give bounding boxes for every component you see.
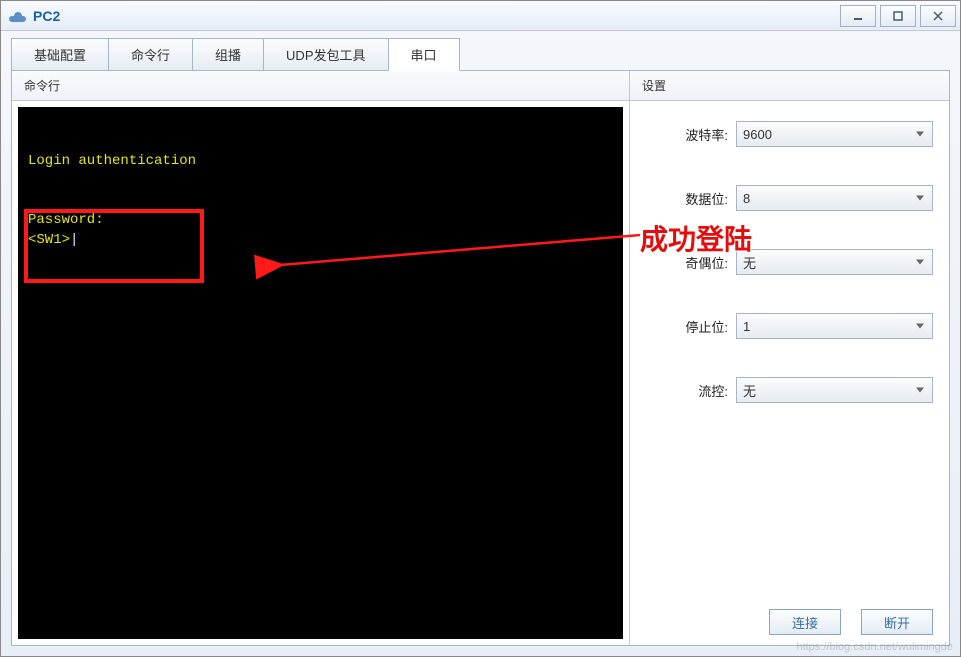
terminal-line-prompt: <SW1>| xyxy=(18,231,623,251)
tab-command-line[interactable]: 命令行 xyxy=(108,38,193,71)
terminal-line-auth: Login authentication xyxy=(18,152,623,172)
field-data-bits: 数据位: 8 xyxy=(646,185,933,211)
field-stop-bits: 停止位: 1 xyxy=(646,313,933,339)
field-baud: 波特率: 9600 xyxy=(646,121,933,147)
titlebar: PC2 xyxy=(1,1,960,31)
settings-buttons: 连接 断开 xyxy=(630,603,949,645)
window-title: PC2 xyxy=(33,8,60,24)
tab-multicast[interactable]: 组播 xyxy=(192,38,264,71)
label-baud: 波特率: xyxy=(646,125,736,144)
maximize-button[interactable] xyxy=(880,5,916,27)
terminal-tab-label: 命令行 xyxy=(12,71,629,101)
terminal-line-password: Password: xyxy=(18,211,623,231)
label-flow-control: 流控: xyxy=(646,381,736,400)
disconnect-button[interactable]: 断开 xyxy=(861,609,933,635)
app-window: PC2 基础配置 命令行 组播 UDP发包工具 串口 命令行 Login aut… xyxy=(0,0,961,657)
close-button[interactable] xyxy=(920,5,956,27)
dropdown-baud[interactable]: 9600 xyxy=(736,121,933,147)
label-data-bits: 数据位: xyxy=(646,189,736,208)
field-flow-control: 流控: 无 xyxy=(646,377,933,403)
minimize-button[interactable] xyxy=(840,5,876,27)
dropdown-data-bits[interactable]: 8 xyxy=(736,185,933,211)
settings-pane: 设置 波特率: 9600 数据位: 8 奇偶位: 无 停止位: 1 xyxy=(629,71,949,645)
settings-header: 设置 xyxy=(630,71,949,101)
content-area: 命令行 Login authentication Password: <SW1>… xyxy=(11,70,950,646)
dropdown-stop-bits[interactable]: 1 xyxy=(736,313,933,339)
tab-serial[interactable]: 串口 xyxy=(388,38,460,71)
label-parity: 奇偶位: xyxy=(646,253,736,272)
app-icon xyxy=(9,7,27,25)
dropdown-parity[interactable]: 无 xyxy=(736,249,933,275)
terminal[interactable]: Login authentication Password: <SW1>| xyxy=(18,107,623,639)
left-pane: 命令行 Login authentication Password: <SW1>… xyxy=(12,71,629,645)
window-controls xyxy=(840,5,956,27)
connect-button[interactable]: 连接 xyxy=(769,609,841,635)
tab-basic-config[interactable]: 基础配置 xyxy=(11,38,109,71)
settings-body: 波特率: 9600 数据位: 8 奇偶位: 无 停止位: 1 流控: 无 xyxy=(630,101,949,603)
main-tabs: 基础配置 命令行 组播 UDP发包工具 串口 xyxy=(1,31,960,70)
tab-udp-tool[interactable]: UDP发包工具 xyxy=(263,38,388,71)
label-stop-bits: 停止位: xyxy=(646,317,736,336)
dropdown-flow-control[interactable]: 无 xyxy=(736,377,933,403)
field-parity: 奇偶位: 无 xyxy=(646,249,933,275)
